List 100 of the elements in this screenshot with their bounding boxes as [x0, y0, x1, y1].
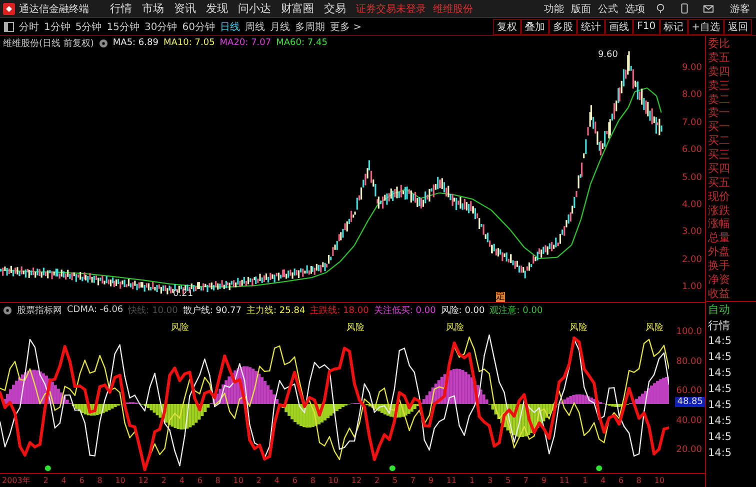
- indicator-value: 观注意: 0.00: [490, 304, 543, 316]
- quote-label: 涨跌: [708, 204, 731, 216]
- time-axis-label: 10: [115, 476, 126, 485]
- time-axis-label: 4: [179, 476, 184, 485]
- price-axis-label: 3.00: [682, 227, 702, 238]
- toolbar-button[interactable]: 画线: [605, 18, 634, 34]
- quote-label: 买五: [708, 176, 731, 189]
- period-tab[interactable]: 更多 >: [330, 20, 362, 34]
- side-tab[interactable]: 行情: [708, 318, 756, 333]
- time-axis-label: 6: [79, 476, 84, 485]
- ma-value: MA5: 6.89: [112, 38, 158, 48]
- indicator-value: 快线: 10.00: [128, 304, 178, 316]
- toolbar-button[interactable]: 叠加: [521, 18, 550, 34]
- indicator-title: 股票指标网: [17, 304, 62, 316]
- time-axis-label: 5: [392, 476, 398, 485]
- toolbar-button[interactable]: 返回: [724, 18, 752, 34]
- time-axis-label: 4: [600, 476, 606, 485]
- menu-item[interactable]: 功能: [544, 2, 564, 16]
- quote-label: 卖三: [708, 78, 731, 92]
- risk-label: 风险: [446, 321, 464, 334]
- time-axis-label: 9: [428, 476, 434, 485]
- period-tab[interactable]: 周线: [244, 20, 265, 34]
- time-axis-label: 1: [582, 476, 588, 485]
- quote-label: 卖四: [708, 64, 731, 78]
- indicator-axis-label: 80.00: [676, 357, 702, 367]
- price-axis-label: 4.00: [682, 200, 702, 210]
- ma-value: MA10: 7.05: [163, 38, 215, 48]
- period-tab[interactable]: 分时: [19, 20, 39, 34]
- risk-label: 风险: [170, 321, 189, 334]
- price-axis-label: 6.00: [682, 145, 702, 156]
- menu-item[interactable]: 市场: [142, 1, 164, 16]
- price-axis-label: 8.00: [682, 90, 702, 100]
- toolbar-button[interactable]: +自选: [688, 18, 724, 34]
- time-axis-label: 5: [505, 476, 511, 485]
- quote-label: 卖一: [708, 106, 731, 120]
- menu-item[interactable]: 财富圈: [281, 1, 314, 16]
- time-axis-label: 12: [138, 476, 148, 485]
- time-axis-label: 11: [446, 476, 457, 485]
- signal-dot: [44, 465, 51, 472]
- risk-label: 风险: [569, 321, 588, 334]
- time-axis-label: 1: [469, 476, 475, 485]
- toolbar-button[interactable]: 统计: [577, 18, 606, 34]
- menu-item[interactable]: 交易: [324, 1, 346, 16]
- indicator-value: 主跌线: 18.00: [310, 304, 369, 316]
- menu-item[interactable]: 问小达: [238, 1, 271, 16]
- toolbar-button[interactable]: F10: [633, 18, 660, 34]
- time-axis-label: 7: [410, 476, 416, 485]
- tick-time: 14:5: [708, 334, 733, 349]
- indicator-value: CDMA: -6.06: [67, 305, 124, 315]
- indicator-axis-label: 100.0: [676, 327, 702, 337]
- period-tab[interactable]: 5分钟: [75, 20, 102, 34]
- quote-label: 现价: [708, 190, 731, 203]
- quote-label: 卖二: [708, 92, 731, 106]
- menu-item[interactable]: 公式: [598, 2, 618, 16]
- toolbar-button[interactable]: 复权: [493, 18, 522, 34]
- tick-time: 14:5: [708, 366, 733, 381]
- toolbar-button[interactable]: 标记: [660, 18, 688, 34]
- menu-item[interactable]: 选项: [625, 2, 645, 16]
- phone-icon[interactable]: [679, 3, 690, 14]
- app-title: 通达信金融终端: [19, 2, 89, 16]
- tick-time: 14:5: [708, 382, 733, 397]
- current-value-label: 48.85: [675, 397, 705, 407]
- tick-time: 14:5: [708, 398, 733, 413]
- panel-toggle-icon[interactable]: [4, 22, 14, 32]
- time-axis-label: 10: [654, 476, 665, 485]
- menu-item[interactable]: 版面: [571, 2, 591, 16]
- time-axis-label: 10: [233, 476, 244, 485]
- menu-item[interactable]: 资讯: [174, 1, 196, 16]
- menu-item[interactable]: 行情: [110, 1, 132, 16]
- indicator-axis-label: 60.00: [676, 386, 702, 396]
- time-axis-label: 4: [274, 476, 280, 485]
- period-tab[interactable]: 日线: [220, 20, 240, 34]
- time-axis-label: 8: [97, 476, 102, 485]
- side-tab[interactable]: 自动: [708, 302, 756, 317]
- time-axis-label: 2: [161, 476, 166, 485]
- event-marker: 定: [496, 292, 505, 302]
- period-tab[interactable]: 月线: [270, 20, 290, 34]
- time-axis-label: 2003年: [2, 475, 30, 486]
- toolbar-button[interactable]: 多股: [549, 18, 578, 34]
- indicator-value: 关注低买: 0.00: [374, 304, 436, 316]
- quote-label: 买一: [708, 120, 731, 134]
- mail-icon[interactable]: [703, 3, 714, 14]
- tick-time: 14:5: [708, 414, 733, 429]
- period-tab[interactable]: 60分钟: [182, 20, 215, 34]
- price-axis-label: 7.00: [682, 118, 702, 128]
- period-tab[interactable]: 多周期: [294, 20, 325, 34]
- quote-label: 总量: [708, 231, 731, 244]
- user-label[interactable]: 游客: [730, 2, 750, 16]
- period-tab[interactable]: 1分钟: [44, 20, 70, 34]
- time-axis-label: 12: [351, 476, 362, 485]
- period-tab[interactable]: 15分钟: [106, 20, 140, 34]
- time-axis-label: 6: [618, 476, 624, 485]
- login-notice: 证券交易未登录: [356, 2, 426, 16]
- period-tab[interactable]: 30分钟: [144, 20, 178, 34]
- indicator-value: 主力线: 25.84: [246, 304, 306, 316]
- time-axis-label: 8: [636, 476, 642, 485]
- menu-item[interactable]: 发现: [206, 1, 228, 16]
- app-logo-icon: [3, 2, 15, 14]
- stock-name: 维维股份: [433, 2, 473, 16]
- ma-value: MA20: 7.07: [220, 38, 272, 48]
